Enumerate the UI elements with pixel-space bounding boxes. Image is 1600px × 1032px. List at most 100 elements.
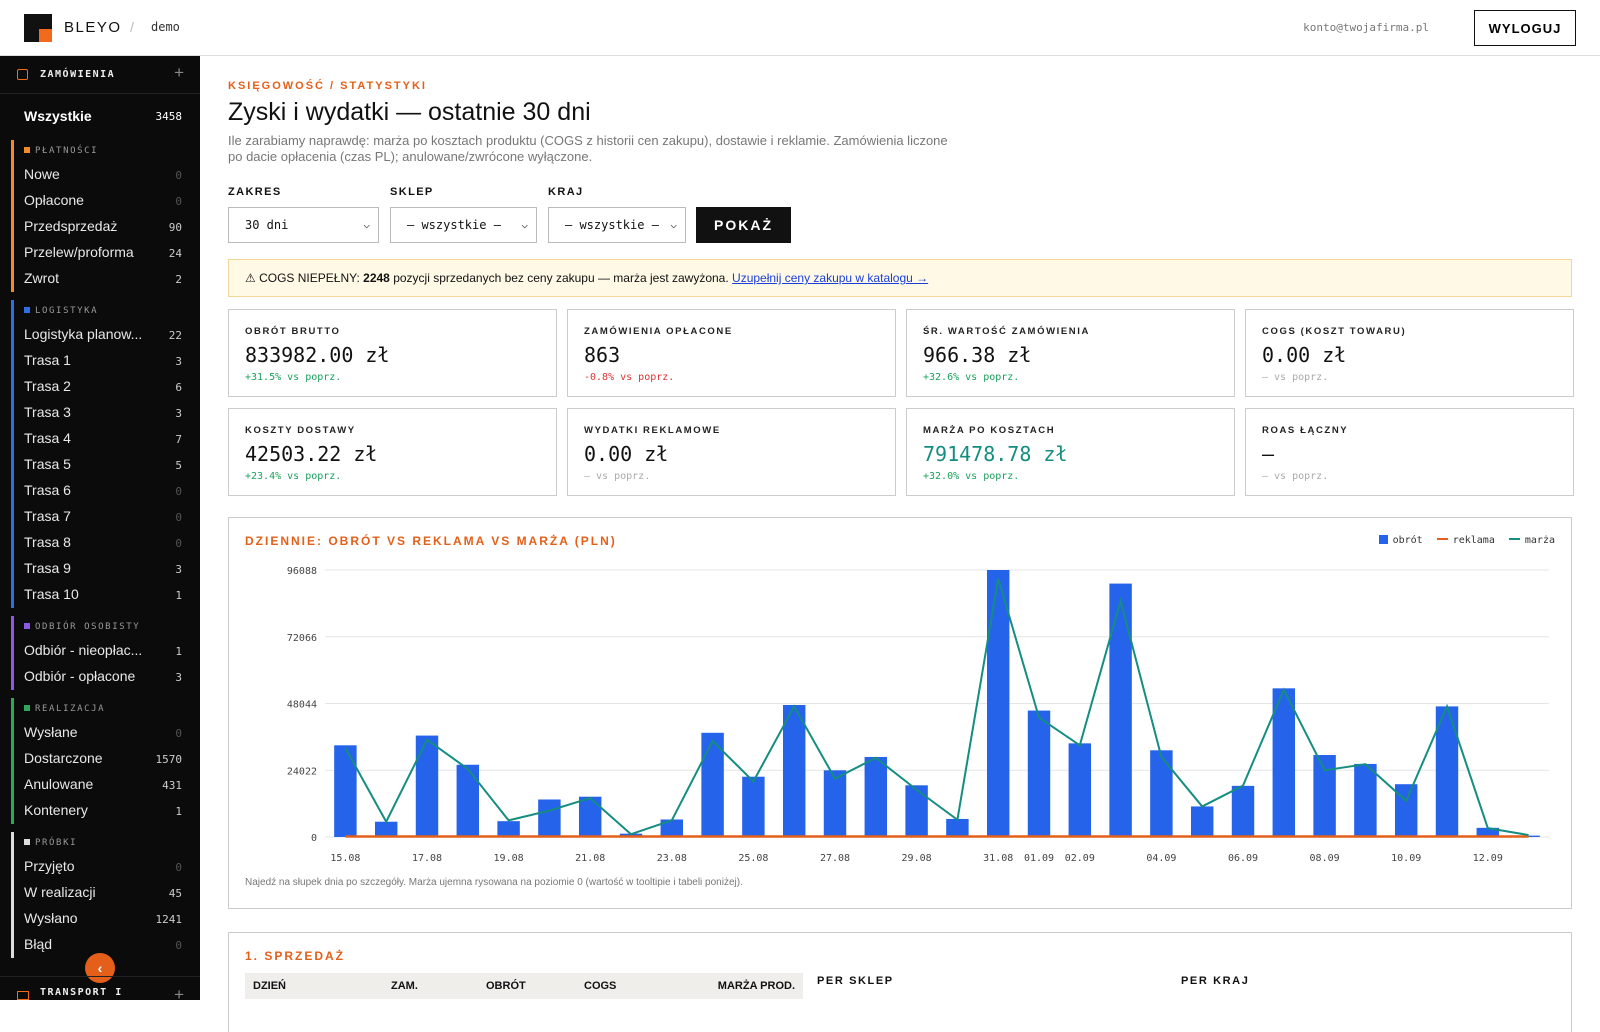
sidebar-group: LOGISTYKA Logistyka planow... 22 Trasa 1 3 Tr… (11, 300, 200, 608)
revenue-bar[interactable] (905, 785, 928, 837)
kpi-label: COGS (KOSZT TOWARU) (1262, 326, 1407, 337)
x-tick-label: 01.09 (1024, 853, 1054, 864)
shop-select[interactable]: — wszystkie — ⌵ (390, 207, 537, 243)
x-tick-label: 27.08 (820, 853, 850, 864)
kpi-card: WYDATKI REKLAMOWE 0.00 zł — vs poprz. (567, 408, 896, 496)
fill-purchase-prices-link[interactable]: Uzupełnij ceny zakupu w katalogu → (732, 271, 928, 285)
revenue-bar[interactable] (946, 818, 969, 837)
sidebar-item[interactable]: Dostarczone 1570 (14, 746, 200, 772)
sidebar-item[interactable]: Anulowane 431 (14, 772, 200, 798)
sidebar-item[interactable]: Wysłane 0 (14, 720, 200, 746)
sidebar-item[interactable]: Przyjęto 0 (14, 854, 200, 880)
revenue-bar[interactable] (374, 821, 398, 837)
revenue-bar[interactable] (1027, 710, 1051, 837)
group-color-marker (24, 147, 30, 153)
kpi-value: 791478.78 zł (923, 442, 1068, 466)
revenue-bar[interactable] (1394, 784, 1418, 837)
revenue-bar[interactable] (1354, 763, 1377, 837)
sidebar-item[interactable]: Nowe 0 (14, 162, 200, 188)
sidebar-group-title: PRÓBKI (14, 832, 200, 854)
revenue-bar[interactable] (497, 821, 520, 837)
x-tick-label: 06.09 (1228, 853, 1258, 864)
sidebar-item-label: Trasa 2 (24, 378, 71, 394)
sidebar-item-label: Dostarczone (24, 750, 103, 766)
revenue-bar[interactable] (1231, 785, 1255, 837)
range-select[interactable]: 30 dni ⌵ (228, 207, 379, 243)
revenue-bar[interactable] (538, 799, 561, 837)
column-header-day[interactable]: DZIEŃ (253, 980, 286, 992)
sidebar-item[interactable]: Trasa 3 3 (14, 400, 200, 426)
kpi-card: ZAMÓWIENIA OPŁACONE 863 -0.8% vs poprz. (567, 309, 896, 397)
cogs-warning-banner: ⚠ COGS NIEPEŁNY: 2248 pozycji sprzedanyc… (228, 259, 1572, 297)
sidebar-section-header-orders[interactable]: ZAMÓWIENIA + (0, 56, 200, 94)
add-icon[interactable]: + (174, 985, 184, 1000)
revenue-bar[interactable] (742, 776, 765, 837)
sidebar-item[interactable]: Odbiór - opłacone 3 (14, 664, 200, 690)
sidebar-item[interactable]: Trasa 6 0 (14, 478, 200, 504)
environment-label: demo (151, 20, 180, 34)
revenue-bar[interactable] (1150, 750, 1173, 837)
kpi-label: ROAS ŁĄCZNY (1262, 425, 1349, 436)
kpi-value: 863 (584, 343, 621, 367)
kpi-label: ZAMÓWIENIA OPŁACONE (584, 326, 733, 337)
sidebar-item[interactable]: Trasa 8 0 (14, 530, 200, 556)
sidebar-item[interactable]: Wysłano 1241 (14, 906, 200, 932)
sidebar-item-count: 1241 (155, 913, 183, 926)
kpi-card: ROAS ŁĄCZNY — — vs poprz. (1245, 408, 1574, 496)
kpi-delta: +32.6% vs poprz. (923, 372, 1020, 383)
brand-logo[interactable] (24, 14, 52, 42)
sidebar-item[interactable]: Logistyka planow... 22 (14, 322, 200, 348)
sidebar-item-label: Przedsprzedaż (24, 218, 118, 234)
sidebar-item[interactable]: Trasa 1 3 (14, 348, 200, 374)
sidebar-item[interactable]: Przedsprzedaż 90 (14, 214, 200, 240)
revenue-bar[interactable] (986, 570, 1010, 837)
sidebar-item-count: 0 (175, 511, 182, 524)
column-header-orders[interactable]: ZAM. (391, 980, 418, 992)
sidebar-item-count: 24 (168, 247, 182, 260)
kpi-label: OBRÓT BRUTTO (245, 326, 341, 337)
revenue-bar[interactable] (456, 764, 480, 837)
sidebar-item[interactable]: Trasa 2 6 (14, 374, 200, 400)
account-email: konto@twojafirma.pl (1303, 21, 1429, 34)
show-button[interactable]: POKAŻ (696, 207, 791, 243)
revenue-bar[interactable] (864, 756, 888, 837)
sidebar-item[interactable]: Trasa 10 1 (14, 582, 200, 608)
sidebar-item-count: 0 (175, 537, 182, 550)
sidebar-item[interactable]: Trasa 9 3 (14, 556, 200, 582)
sidebar-item-count: 3458 (155, 110, 183, 123)
revenue-bar[interactable] (578, 796, 602, 837)
add-icon[interactable]: + (174, 63, 184, 83)
x-tick-label: 29.08 (902, 853, 932, 864)
sidebar-item-all[interactable]: Wszystkie 3458 (0, 102, 200, 132)
sidebar-item[interactable]: Trasa 7 0 (14, 504, 200, 530)
revenue-bar[interactable] (823, 770, 847, 837)
sidebar-item[interactable]: Trasa 5 5 (14, 452, 200, 478)
sidebar-item[interactable]: Przelew/proforma 24 (14, 240, 200, 266)
logout-button[interactable]: WYLOGUJ (1474, 10, 1576, 46)
kpi-delta: — vs poprz. (1262, 372, 1329, 383)
revenue-bar[interactable] (1313, 755, 1336, 837)
revenue-bar[interactable] (1068, 743, 1092, 837)
sidebar-section-header-transport[interactable]: TRANSPORT I + (0, 976, 200, 1000)
revenue-bar[interactable] (1109, 583, 1132, 837)
sidebar-item[interactable]: Opłacone 0 (14, 188, 200, 214)
revenue-bar[interactable] (334, 745, 357, 837)
revenue-bar[interactable] (782, 705, 806, 837)
sidebar-item[interactable]: Odbiór - nieopłac... 1 (14, 638, 200, 664)
revenue-bar[interactable] (1190, 806, 1214, 837)
column-header-revenue[interactable]: OBRÓT (486, 980, 526, 992)
column-header-cogs[interactable]: COGS (584, 980, 616, 992)
sidebar-item[interactable]: Zwrot 2 (14, 266, 200, 292)
sidebar-item-label: Nowe (24, 166, 60, 182)
country-select[interactable]: — wszystkie — ⌵ (548, 207, 686, 243)
sidebar-item[interactable]: Trasa 4 7 (14, 426, 200, 452)
column-header-product-margin[interactable]: MARŻA PROD. (718, 980, 795, 992)
per-shop-heading: PER SKLEP (817, 975, 894, 987)
revenue-bar[interactable] (415, 735, 439, 837)
brand-name[interactable]: BLEYO (64, 19, 122, 36)
sidebar-item[interactable]: Kontenery 1 (14, 798, 200, 824)
sidebar-item-label: Odbiór - opłacone (24, 668, 136, 684)
sidebar-item[interactable]: W realizacji 45 (14, 880, 200, 906)
kpi-value: 833982.00 zł (245, 343, 390, 367)
sidebar-item-label: Opłacone (24, 192, 84, 208)
